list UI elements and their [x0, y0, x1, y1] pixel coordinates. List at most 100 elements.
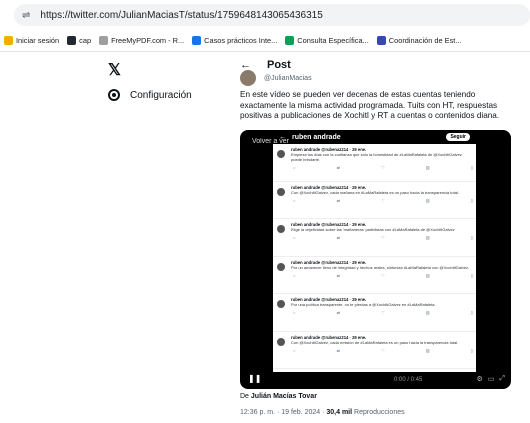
views-icon: ▥ [425, 165, 430, 170]
bookmark-item[interactable]: Consulta Específica... [285, 36, 369, 45]
video-tweet-text: Elige la objetividad sobre las 'mañanera… [291, 227, 455, 232]
video-tweet-text: Con @XochitlGalvez, cada mañana en #LaMa… [291, 189, 459, 195]
bookmark-icon: ▯ [470, 347, 473, 353]
reply-icon: ○ [293, 310, 296, 315]
avatar [277, 150, 285, 158]
bookmark-label: FreeMyPDF.com - R... [111, 36, 185, 45]
reply-icon: ○ [293, 197, 296, 203]
views-icon: ▥ [425, 235, 430, 240]
video-tweet-actions: ○ ⇄ ♡ ▥ ▯ [293, 348, 473, 353]
like-icon: ♡ [381, 197, 385, 203]
reply-icon: ○ [293, 347, 296, 353]
avatar [277, 225, 285, 233]
site-info-icon[interactable]: ⇌ [22, 10, 30, 21]
coord-icon [376, 36, 386, 45]
video-tweet-list: ruben andrade @rubenaz214 · 29 ene. Empie… [273, 144, 476, 369]
video-tweet: ruben andrade @rubenaz214 · 29 ene. Por u… [273, 257, 476, 294]
video-tweet-text: Por una política transparente, no te pie… [291, 302, 436, 307]
url-text: https://twitter.com/JulianMaciasT/status… [40, 9, 323, 21]
author-handle[interactable]: @JulianMacias [264, 75, 312, 82]
views-icon: ▥ [425, 272, 430, 278]
bookmark-item[interactable]: Coordinación de Est... [376, 36, 461, 45]
views-count: 30,4 mil [326, 409, 353, 416]
retweet-icon: ⇄ [336, 347, 340, 353]
video-frame: ← ruben andrade Seguir ruben andrade @ru… [273, 130, 476, 372]
reply-icon: ○ [293, 272, 296, 278]
video-tweet-actions: ○ ⇄ ♡ ▥ ▯ [293, 235, 473, 240]
sign-in-icon [4, 36, 13, 45]
like-icon: ♡ [381, 165, 385, 170]
avatar [277, 262, 285, 271]
address-bar: ⇌ https://twitter.com/JulianMaciasT/stat… [0, 0, 530, 30]
video-tweet: ruben andrade @rubenaz214 · 29 ene. Con @… [273, 182, 476, 219]
author-row: @JulianMacias [240, 70, 520, 86]
bookmark-label: Consulta Específica... [297, 36, 369, 45]
video-frame-header: ← ruben andrade Seguir [273, 130, 476, 144]
avatar[interactable] [240, 70, 256, 86]
post-text: En este vídeo se pueden ver decenas de e… [240, 90, 500, 120]
video-tweet-actions: ○ ⇄ ♡ ▥ ▯ [293, 198, 473, 203]
github-icon [67, 36, 77, 45]
retweet-icon: ⇄ [336, 165, 340, 170]
url-input[interactable]: ⇌ https://twitter.com/JulianMaciasT/stat… [14, 4, 530, 26]
video-tweet-actions: ○ ⇄ ♡ ▥ ▯ [293, 310, 473, 315]
video-tweet: ruben andrade @rubenaz214 · 29 ene. Elige… [273, 219, 476, 257]
bookmark-icon: ▯ [470, 235, 473, 240]
fullscreen-icon[interactable]: ⤢ [499, 375, 505, 383]
bookmark-icon: ▯ [470, 197, 473, 203]
retweet-icon: ⇄ [336, 197, 340, 203]
post-timestamp[interactable]: 12:36 p. m. · 19 feb. 2024 · [240, 409, 326, 416]
byline-prefix: De [240, 393, 251, 400]
avatar [277, 300, 285, 308]
video-time: 0:00 / 0:45 [394, 377, 423, 383]
bookmark-item[interactable]: Casos prácticos Inte... [192, 36, 277, 45]
retweet-icon: ⇄ [336, 272, 340, 278]
retweet-icon: ⇄ [336, 310, 340, 315]
consulta-icon [285, 36, 295, 45]
bookmark-icon: ▯ [470, 165, 473, 170]
bookmarks-bar: Iniciar sesión cap FreeMyPDF.com - R... Cas… [0, 30, 530, 52]
like-icon: ♡ [381, 310, 385, 315]
follow-button: Seguir [446, 133, 470, 141]
views-icon: ▥ [425, 197, 430, 203]
pdf-icon [99, 36, 109, 45]
nav-settings-label: Configuración [130, 89, 192, 101]
play-pause-icon[interactable]: ❚❚ [248, 374, 261, 383]
bookmark-label: cap [79, 36, 92, 45]
like-icon: ♡ [381, 235, 385, 240]
video-controls: ⚙ ▭ ⤢ [476, 375, 505, 383]
post-meta: 12:36 p. m. · 19 feb. 2024 · 30,4 mil Re… [240, 409, 405, 416]
video-tweet: ruben andrade @rubenaz214 · 29 ene. Empie… [273, 144, 476, 182]
bookmark-label: Iniciar sesión [16, 36, 60, 45]
x-logo-icon[interactable]: 𝕏 [108, 60, 121, 80]
video-tweet-text: Por un amanecer lleno de integridad y he… [291, 264, 470, 270]
gear-icon [108, 89, 120, 101]
like-icon: ♡ [381, 272, 385, 278]
avatar [277, 337, 285, 346]
bookmark-label: Casos prácticos Inte... [204, 36, 278, 45]
bookmark-item[interactable]: FreeMyPDF.com - R... [99, 36, 184, 45]
video-tweet-actions: ○ ⇄ ♡ ▥ ▯ [293, 165, 473, 170]
video-tweet-text: Empieza tus días con la confianza que só… [291, 152, 462, 162]
bookmark-item[interactable]: cap [67, 36, 91, 45]
views-label: Reproducciones [352, 409, 405, 416]
retweet-icon: ⇄ [336, 235, 340, 240]
views-icon: ▥ [425, 310, 430, 315]
video-tweet: ruben andrade @rubenaz214 · 29 ene. Por u… [273, 294, 476, 332]
bookmark-item[interactable]: Iniciar sesión [4, 36, 59, 45]
avatar [277, 187, 285, 196]
views-icon: ▥ [425, 347, 430, 353]
video-frame-title: ruben andrade [292, 133, 341, 141]
video-tweet-text: Con @XochitlGalvez, cada emisión de #LaM… [291, 339, 459, 345]
like-icon: ♡ [381, 347, 385, 353]
settings-icon[interactable]: ⚙ [476, 375, 482, 383]
doc-icon [192, 36, 202, 45]
byline-author[interactable]: Julián Macías Tovar [251, 393, 317, 400]
video-player[interactable]: ← ruben andrade Seguir ruben andrade @ru… [240, 130, 511, 389]
reply-icon: ○ [293, 235, 296, 240]
nav-settings[interactable]: Configuración [108, 89, 192, 101]
watch-again-button[interactable]: Volver a ver [252, 138, 289, 145]
bookmark-icon: ▯ [470, 272, 473, 278]
video-tweet: ruben andrade @rubenaz214 · 29 ene. Con @… [273, 332, 476, 369]
captions-icon[interactable]: ▭ [488, 375, 495, 383]
